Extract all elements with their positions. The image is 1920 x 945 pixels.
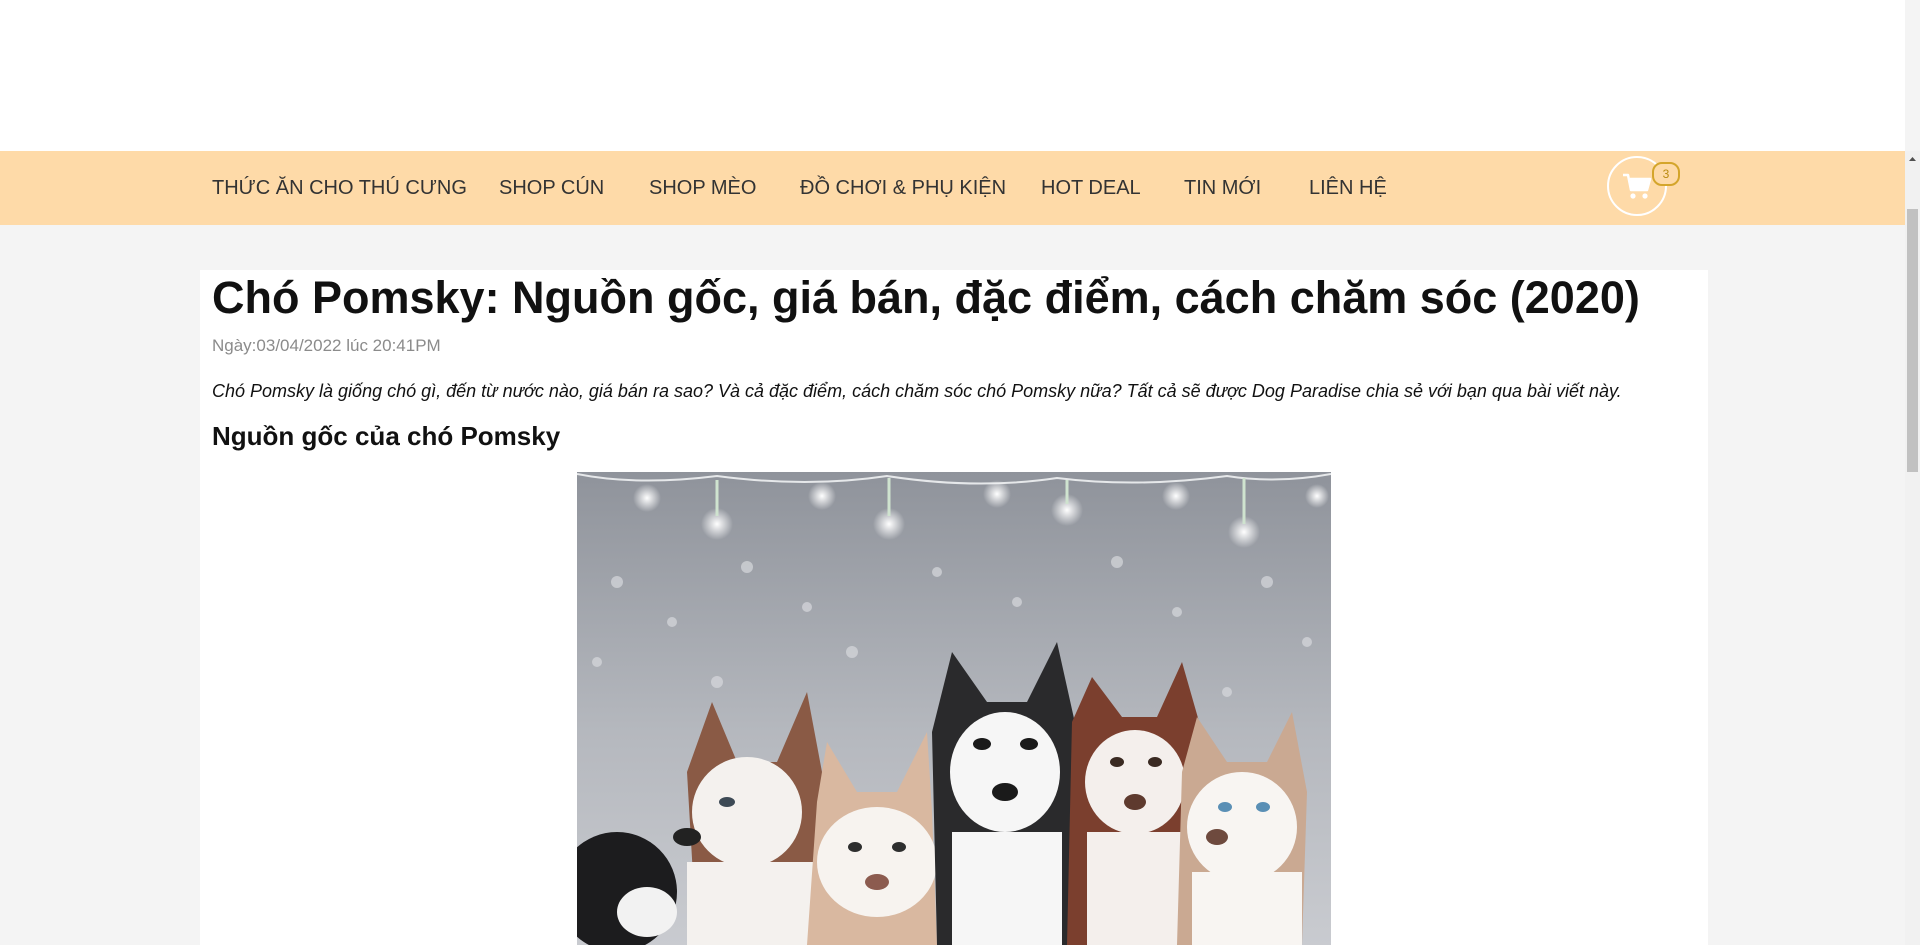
cart-icon — [1623, 173, 1652, 199]
top-banner — [0, 0, 1905, 151]
article-intro: Chó Pomsky là giống chó gì, đến từ nước … — [212, 381, 1622, 401]
nav-item-contact[interactable]: LIÊN HỆ — [1309, 151, 1387, 225]
nav-item-toys-accessories[interactable]: ĐỒ CHƠI & PHỤ KIỆN — [800, 151, 1006, 225]
scroll-up-arrow-icon[interactable] — [1905, 151, 1920, 168]
nav-item-hot-deal[interactable]: HOT DEAL — [1041, 151, 1141, 225]
nav-item-dog-shop[interactable]: SHOP CÚN — [499, 151, 604, 225]
article-date: Ngày:03/04/2022 lúc 20:41PM — [212, 336, 441, 355]
article-content: Chó Pomsky: Nguồn gốc, giá bán, đặc điểm… — [200, 270, 1708, 945]
nav-item-cat-shop[interactable]: SHOP MÈO — [649, 151, 756, 225]
cart-count-badge: 3 — [1652, 162, 1680, 186]
section-heading: Nguồn gốc của chó Pomsky — [212, 421, 561, 451]
nav-item-news[interactable]: TIN MỚI — [1184, 151, 1261, 225]
article-image — [577, 472, 1331, 945]
article-title: Chó Pomsky: Nguồn gốc, giá bán, đặc điểm… — [212, 272, 1640, 323]
nav-item-pet-food[interactable]: THỨC ĂN CHO THÚ CƯNG — [212, 151, 467, 225]
scrollbar-thumb[interactable] — [1907, 209, 1918, 472]
